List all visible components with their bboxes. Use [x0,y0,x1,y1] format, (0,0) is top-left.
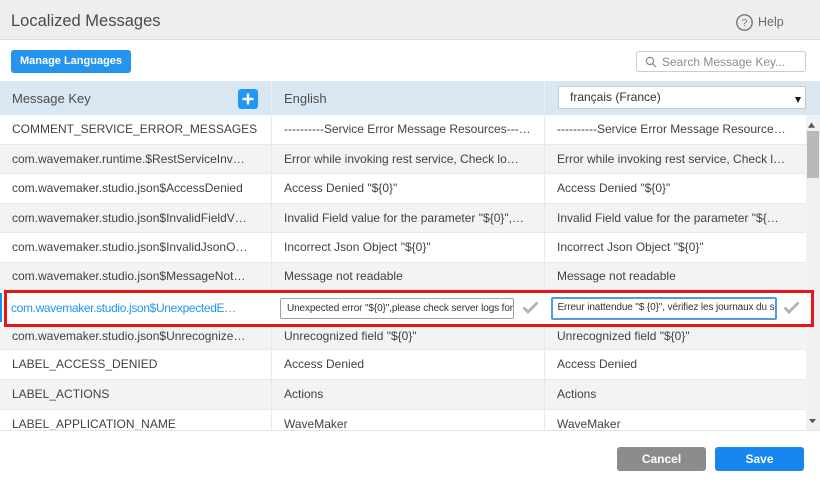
svg-text:?: ? [742,17,748,29]
